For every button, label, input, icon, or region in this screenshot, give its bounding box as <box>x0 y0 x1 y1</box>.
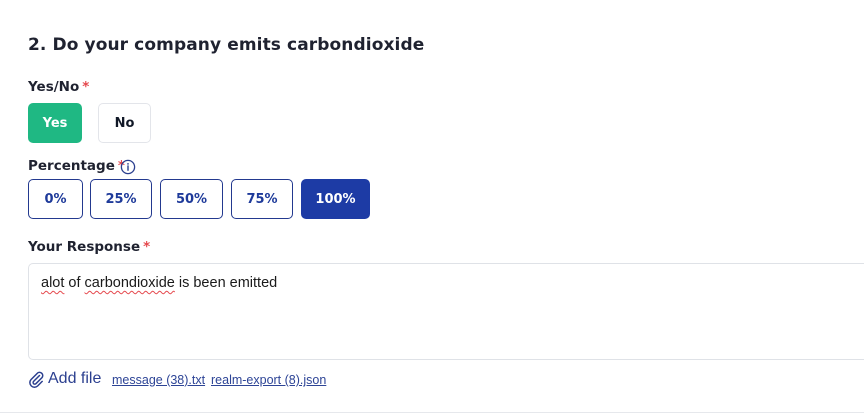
yes-no-label-text: Yes/No <box>28 79 80 95</box>
response-text-segment: of <box>64 275 85 291</box>
info-circle-icon[interactable] <box>120 159 136 175</box>
response-textarea[interactable]: alot of carbondioxide is been emitted <box>28 263 864 360</box>
add-file-button[interactable]: Add file <box>28 370 101 388</box>
yes-button[interactable]: Yes <box>28 103 82 143</box>
percentage-option-100[interactable]: 100% <box>301 179 370 219</box>
response-text-segment: is been emitted <box>174 275 278 291</box>
response-text: alot of carbondioxide is been emitted <box>41 275 277 291</box>
response-label: Your Response * <box>28 239 150 255</box>
question-title: 2. Do your company emits carbondioxide <box>28 35 425 55</box>
required-asterisk: * <box>82 79 90 95</box>
attached-file-link[interactable]: realm-export (8).json <box>211 373 326 387</box>
percentage-label-text: Percentage <box>28 158 115 174</box>
percentage-option-0[interactable]: 0% <box>28 179 83 219</box>
percentage-option-75[interactable]: 75% <box>231 179 293 219</box>
attached-file-link[interactable]: message (38).txt <box>112 373 205 387</box>
no-button[interactable]: No <box>98 103 151 143</box>
misspelled-word: alot <box>41 275 65 291</box>
question-card: 2. Do your company emits carbondioxide Y… <box>0 0 864 413</box>
percentage-label: Percentage * <box>28 158 125 174</box>
percentage-option-25[interactable]: 25% <box>90 179 152 219</box>
yes-no-label: Yes/No * <box>28 79 89 95</box>
required-asterisk: * <box>143 239 151 255</box>
add-file-label: Add file <box>48 370 102 387</box>
paperclip-icon <box>29 371 44 388</box>
response-label-text: Your Response <box>28 239 141 255</box>
percentage-option-50[interactable]: 50% <box>160 179 223 219</box>
misspelled-word: carbondioxide <box>84 275 175 291</box>
